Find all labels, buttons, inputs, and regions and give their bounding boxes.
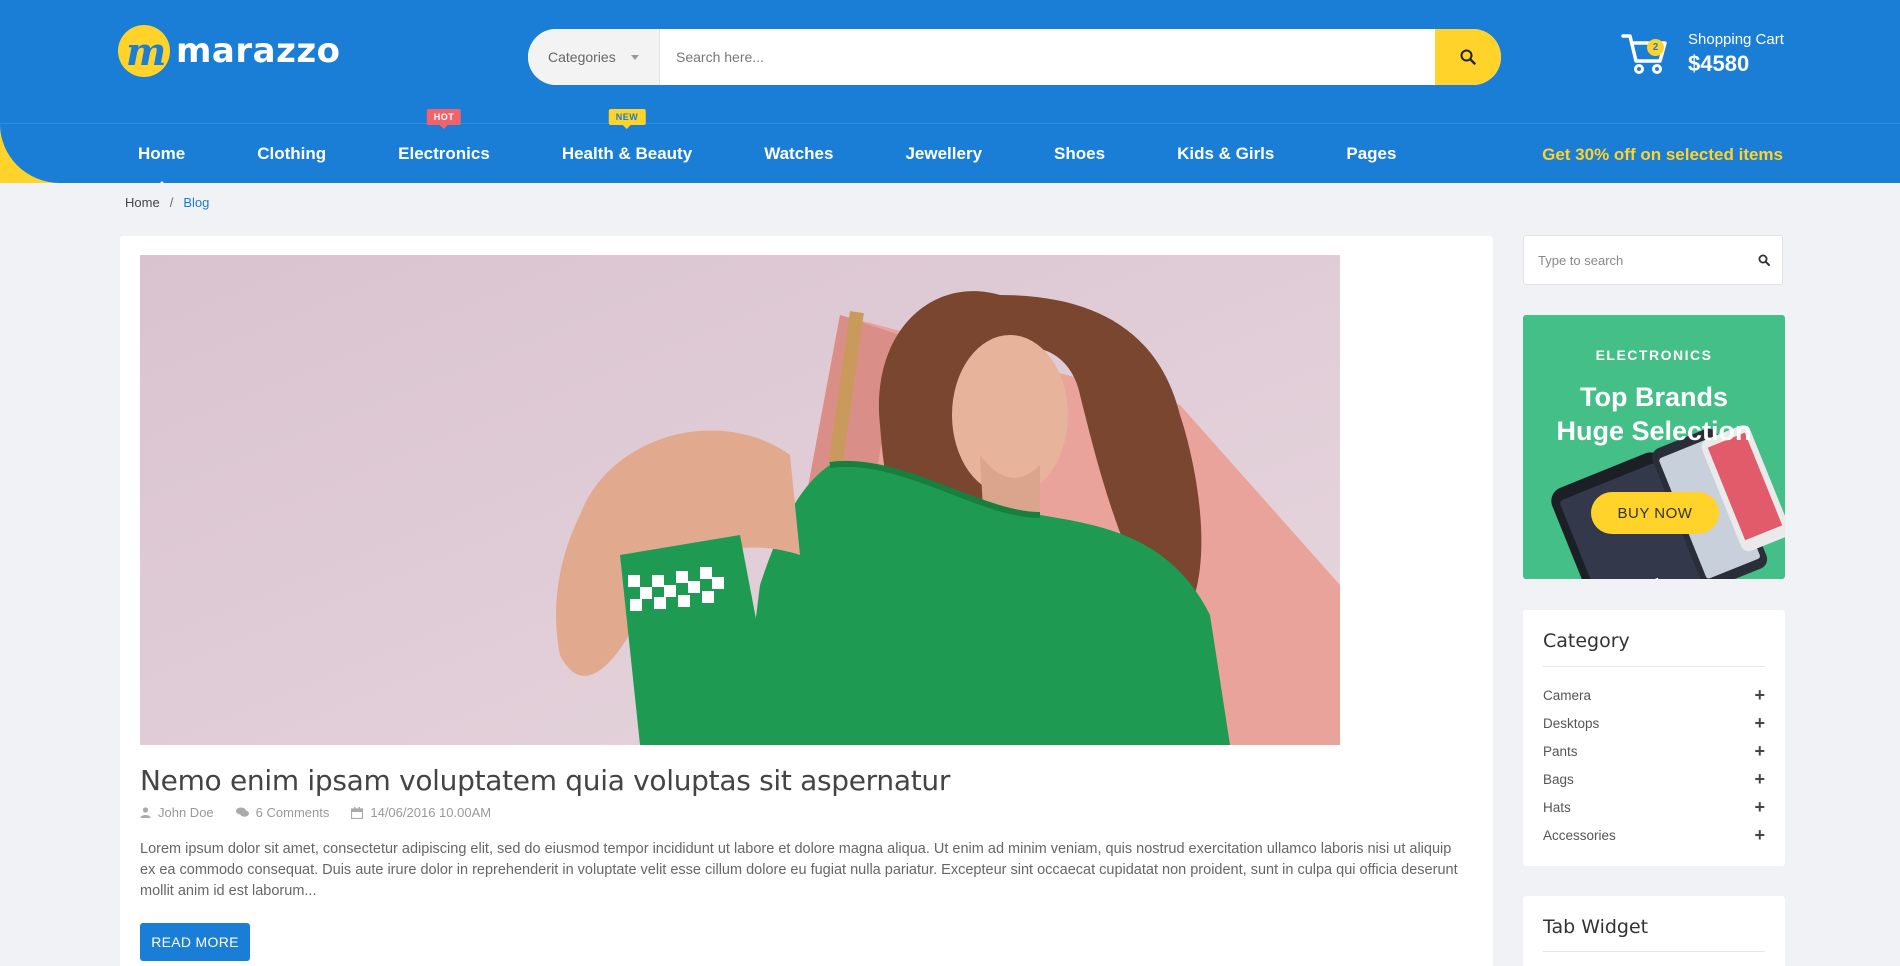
category-item-camera[interactable]: Camera +	[1543, 681, 1765, 709]
search-button[interactable]	[1435, 29, 1501, 85]
category-label: Desktops	[1543, 715, 1600, 731]
logo-mark: m	[118, 25, 170, 77]
divider	[1543, 951, 1765, 952]
nav-label: Jewellery	[905, 143, 983, 163]
category-label: Camera	[1543, 687, 1592, 703]
plus-icon[interactable]: +	[1754, 714, 1765, 732]
nav-item-clothing[interactable]: Clothing	[239, 144, 344, 164]
sidebar-search-input[interactable]	[1524, 252, 1746, 268]
nav-item-shoes[interactable]: Shoes	[1036, 144, 1123, 164]
nav-label: Health & Beauty	[561, 143, 693, 163]
category-item-accessories[interactable]: Accessories +	[1543, 821, 1765, 849]
comments-icon	[235, 807, 249, 817]
search-icon	[1460, 49, 1476, 65]
blog-post-card: Nemo enim ipsam voluptatem quia voluptas…	[120, 236, 1493, 966]
category-list: Camera + Desktops + Pants + Bags + Hats + Acc…	[1543, 681, 1765, 849]
search-icon	[1758, 254, 1770, 266]
buy-now-button[interactable]: BUY NOW	[1591, 492, 1719, 534]
nav-label: Electronics	[398, 143, 490, 163]
caret-down-icon	[631, 55, 639, 60]
sidebar-search-button[interactable]	[1746, 254, 1782, 266]
tab-widget-title: Tab Widget	[1543, 916, 1649, 938]
nav-item-watches[interactable]: Watches	[746, 144, 851, 164]
new-badge: NEW	[608, 108, 646, 129]
plus-icon[interactable]: +	[1754, 826, 1765, 844]
header-search: Categories	[528, 29, 1501, 85]
post-excerpt: Lorem ipsum dolor sit amet, consectetur …	[140, 841, 1458, 899]
plus-icon[interactable]: +	[1754, 770, 1765, 788]
category-widget: Category Camera + Desktops + Pants + Bags + …	[1523, 610, 1785, 866]
post-date: 14/06/2016 10.00AM	[351, 805, 491, 820]
cart-icon: 2	[1620, 27, 1676, 79]
category-select-label: Categories	[548, 49, 616, 65]
nav-label: Shoes	[1054, 143, 1106, 163]
category-item-pants[interactable]: Pants +	[1543, 737, 1765, 765]
logo-wordmark: marazzo	[176, 31, 341, 71]
date-text: 14/06/2016 10.00AM	[370, 805, 492, 820]
site-logo[interactable]: m marazzo	[118, 25, 341, 77]
banner-title-line1: Top Brands	[1580, 382, 1728, 412]
post-title[interactable]: Nemo enim ipsam voluptatem quia voluptas…	[140, 764, 950, 797]
plus-icon[interactable]: +	[1754, 686, 1765, 704]
author-name: John Doe	[158, 805, 214, 820]
category-label: Accessories	[1543, 827, 1616, 843]
user-icon	[140, 807, 151, 818]
breadcrumb: Home / Blog	[125, 195, 209, 210]
category-label: Hats	[1543, 799, 1571, 815]
category-widget-title: Category	[1543, 630, 1630, 652]
plus-icon[interactable]: +	[1754, 798, 1765, 816]
tab-widget: Tab Widget	[1523, 896, 1785, 966]
nav-item-pages[interactable]: Pages	[1328, 144, 1414, 164]
nav-item-health-beauty[interactable]: NEW Health & Beauty	[544, 108, 710, 164]
promo-link[interactable]: Get 30% off on selected items	[1542, 145, 1783, 165]
post-meta: John Doe 6 Comments 14/06/2016 10.00AM	[140, 805, 513, 820]
breadcrumb-separator: /	[169, 195, 174, 210]
category-select[interactable]: Categories	[528, 29, 660, 85]
category-item-hats[interactable]: Hats +	[1543, 793, 1765, 821]
cart-label: Shopping Cart	[1688, 31, 1784, 48]
nav-item-electronics[interactable]: HOT Electronics	[380, 108, 508, 164]
category-item-bags[interactable]: Bags +	[1543, 765, 1765, 793]
cart-summary: Shopping Cart $4580	[1688, 27, 1784, 79]
read-more-button[interactable]: READ MORE	[140, 923, 250, 961]
post-author[interactable]: John Doe	[140, 805, 214, 820]
banner-title-line2: Huge Selection	[1556, 416, 1752, 446]
hot-badge: HOT	[426, 108, 462, 129]
electronics-banner[interactable]: ELECTRONICS Top Brands Huge Selection BU…	[1523, 315, 1785, 579]
cart-amount: $4580	[1688, 51, 1750, 76]
main-nav: Home Clothing HOT Electronics NEW Health…	[120, 108, 1450, 187]
sidebar-search	[1523, 235, 1783, 285]
category-label: Bags	[1543, 771, 1574, 787]
banner-eyebrow: ELECTRONICS	[1595, 347, 1713, 363]
breadcrumb-home[interactable]: Home	[125, 195, 160, 210]
nav-label: Watches	[764, 143, 834, 163]
post-comments[interactable]: 6 Comments	[235, 805, 330, 820]
nav-label: Clothing	[257, 143, 327, 163]
nav-item-kids-girls[interactable]: Kids & Girls	[1159, 144, 1292, 164]
divider	[1543, 666, 1765, 667]
nav-item-home[interactable]: Home	[120, 143, 203, 187]
post-hero-image[interactable]	[140, 255, 1340, 745]
nav-label: Home	[138, 143, 186, 163]
category-label: Pants	[1543, 743, 1578, 759]
nav-label: Pages	[1346, 143, 1397, 163]
logo-mark-letter: m	[126, 29, 167, 74]
cart-count-badge: 2	[1647, 39, 1664, 56]
shopping-cart[interactable]: 2 Shopping Cart $4580	[1620, 27, 1784, 79]
nav-label: Kids & Girls	[1177, 143, 1275, 163]
plus-icon[interactable]: +	[1754, 742, 1765, 760]
search-input[interactable]	[660, 29, 1435, 85]
nav-item-jewellery[interactable]: Jewellery	[887, 144, 1000, 164]
breadcrumb-current[interactable]: Blog	[183, 195, 209, 210]
comments-count: 6 Comments	[255, 805, 330, 820]
calendar-icon	[351, 806, 364, 819]
category-item-desktops[interactable]: Desktops +	[1543, 709, 1765, 737]
